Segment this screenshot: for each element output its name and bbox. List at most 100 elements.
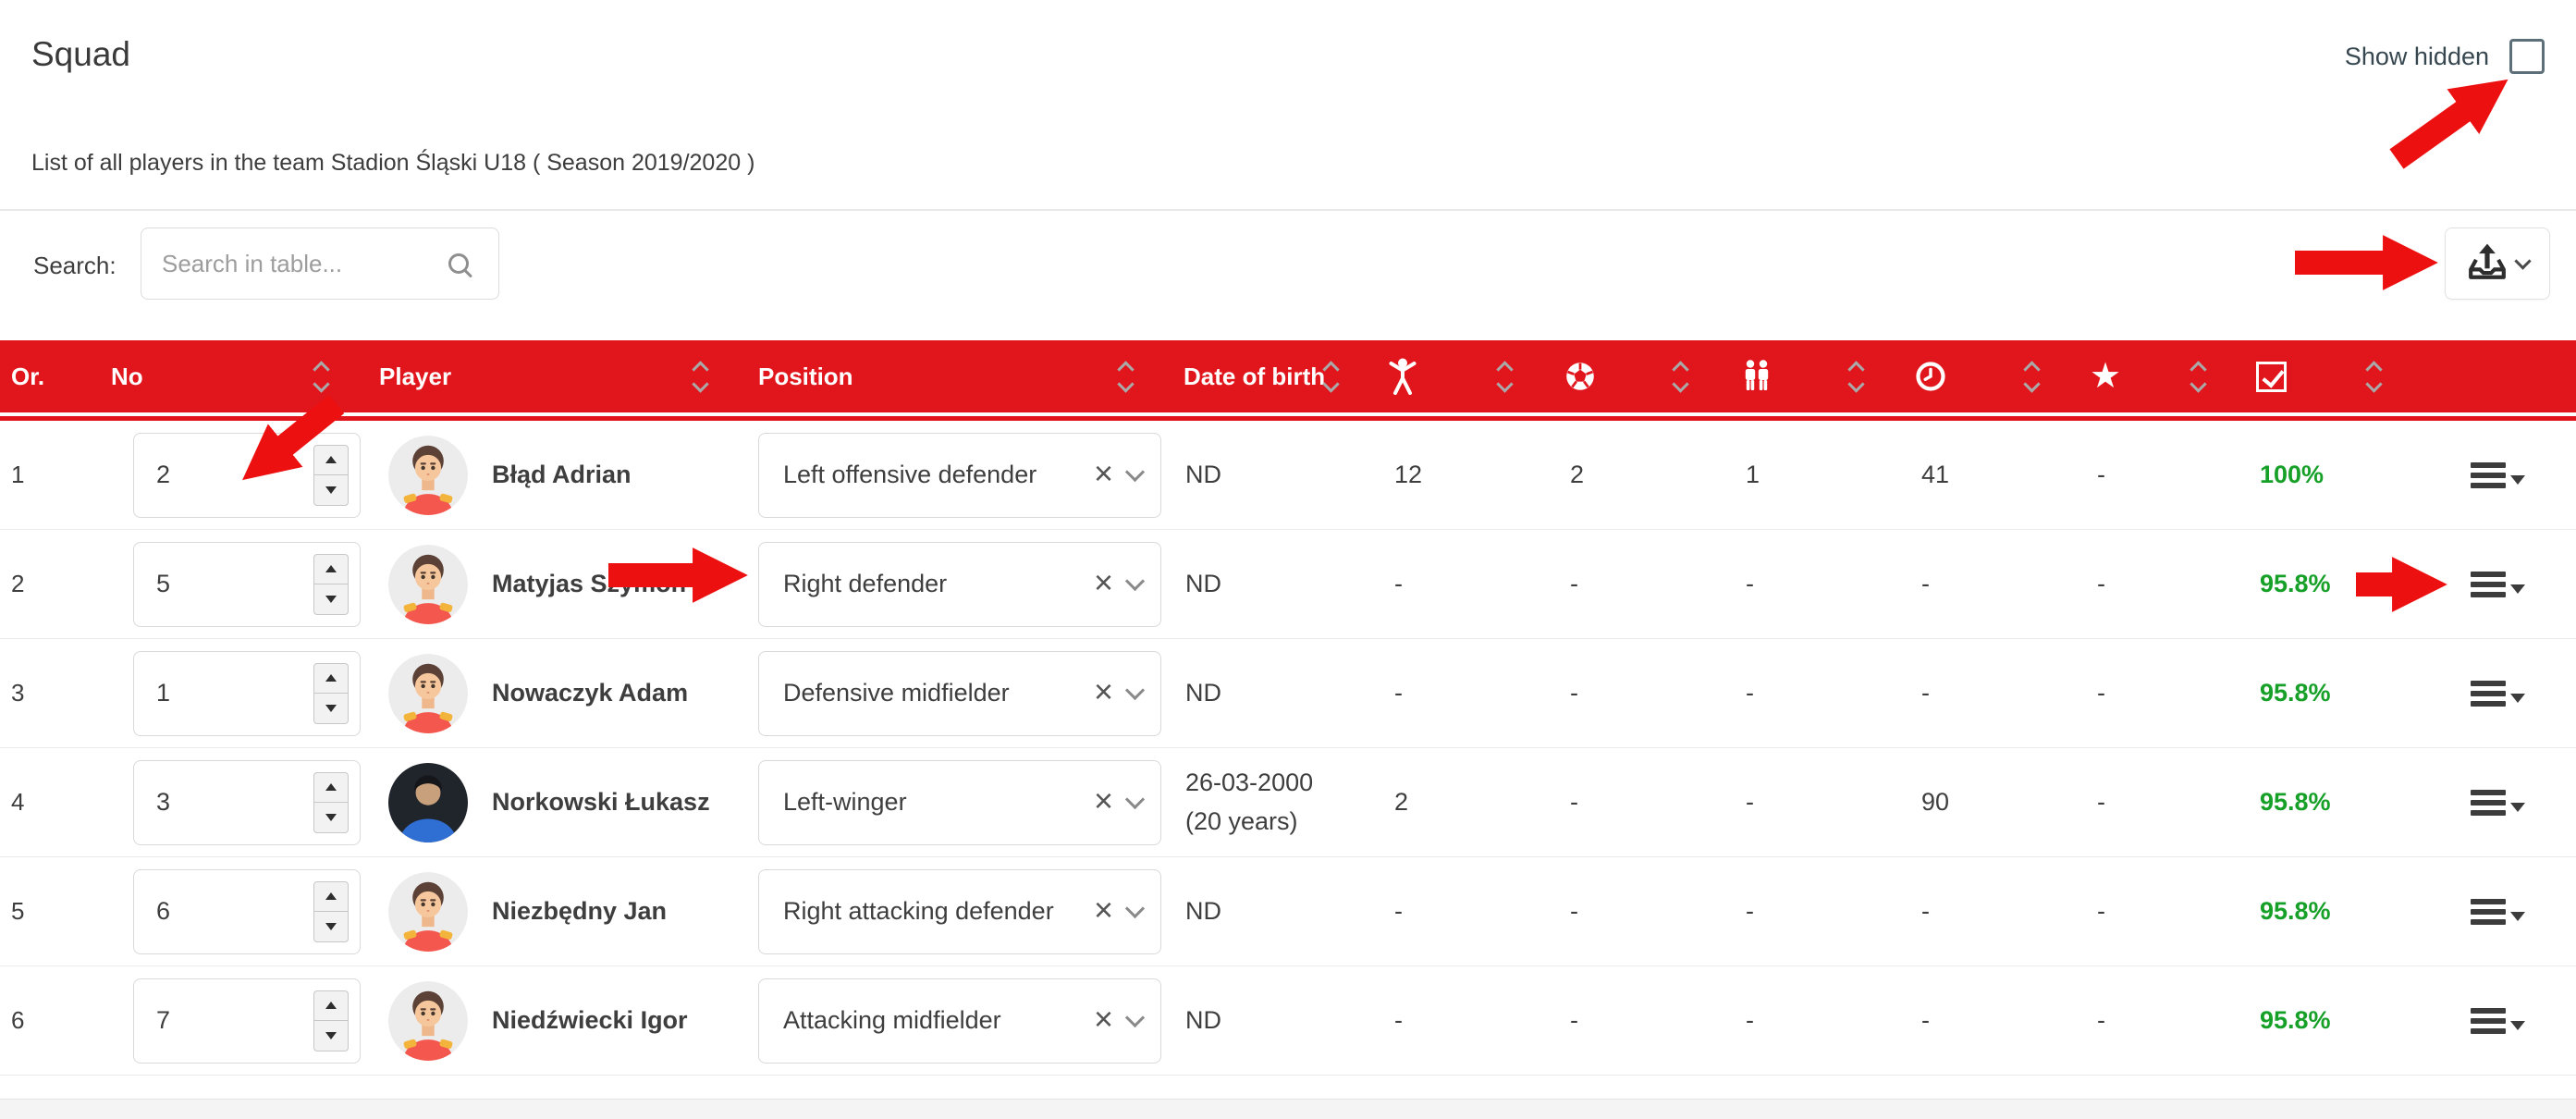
column-header-position[interactable]: Position [749, 340, 1174, 412]
position-select[interactable]: Right attacking defender × [758, 869, 1161, 954]
hamburger-menu-icon [2471, 790, 2506, 816]
player-cartoon-avatar [388, 981, 468, 1061]
stepper-down-button[interactable] [314, 802, 348, 832]
table-body: 1 2 Błąd Adrian Left offensive defender … [0, 421, 2576, 1076]
date-of-birth-value: ND [1174, 456, 1378, 495]
search-icon [448, 253, 469, 274]
stepper-up-button[interactable] [314, 446, 348, 475]
player-cartoon-avatar [388, 872, 468, 952]
position-select[interactable]: Left-winger × [758, 760, 1161, 845]
row-actions-menu-button[interactable] [2471, 572, 2525, 597]
column-header-appearances[interactable] [1378, 340, 1553, 412]
position-select[interactable]: Defensive midfielder × [758, 651, 1161, 736]
position-select[interactable]: Left offensive defender × [758, 433, 1161, 518]
triangle-down-icon [325, 596, 337, 603]
chevron-down-icon[interactable] [1125, 461, 1145, 481]
table-header: Or. No Player Position Date of birth [0, 340, 2576, 412]
column-header-minutes[interactable] [1905, 340, 2080, 412]
table-row: 6 7 Niedźwiecki Igor Attacking midfielde… [0, 966, 2576, 1076]
column-header-rating[interactable]: ★ [2080, 340, 2247, 412]
stepper-up-button[interactable] [314, 991, 348, 1021]
number-stepper[interactable] [313, 772, 349, 833]
number-stepper[interactable] [313, 554, 349, 615]
player-name: Norkowski Łukasz [492, 788, 710, 817]
clear-icon[interactable]: × [1094, 566, 1113, 599]
shirt-number-input[interactable]: 6 [133, 869, 361, 954]
shirt-number-input[interactable]: 5 [133, 542, 361, 627]
shirt-number-input[interactable]: 3 [133, 760, 361, 845]
squad-page: Squad List of all players in the team St… [0, 0, 2576, 1119]
shirt-number-input[interactable]: 1 [133, 651, 361, 736]
shirt-number-input[interactable]: 7 [133, 978, 361, 1064]
appearances-value: 2 [1378, 788, 1553, 817]
stepper-up-button[interactable] [314, 773, 348, 803]
date-of-birth-value: 26-03-2000 (20 years) [1174, 764, 1378, 842]
clear-icon[interactable]: × [1094, 1002, 1113, 1036]
number-stepper[interactable] [313, 663, 349, 724]
position-select-value: Left offensive defender [783, 461, 1079, 489]
row-actions-menu-button[interactable] [2471, 462, 2525, 488]
sort-icon [1120, 363, 1132, 390]
caret-down-icon [2510, 584, 2525, 594]
substitutions-value: - [1729, 570, 1905, 598]
column-header-attendance[interactable] [2247, 340, 2423, 412]
chevron-down-icon[interactable] [1125, 571, 1145, 590]
clear-icon[interactable]: × [1094, 675, 1113, 708]
rating-value: - [2080, 679, 2247, 707]
column-header-player[interactable]: Player [370, 340, 749, 412]
search-input[interactable] [162, 250, 448, 278]
column-header-date-of-birth[interactable]: Date of birth [1174, 340, 1378, 412]
row-actions-menu-button[interactable] [2471, 899, 2525, 925]
stepper-up-button[interactable] [314, 555, 348, 584]
player-cartoon-avatar [388, 545, 468, 624]
player-name: Matyjas Szymon [492, 570, 686, 598]
stepper-down-button[interactable] [314, 584, 348, 614]
stepper-down-button[interactable] [314, 911, 348, 941]
player-name: Nowaczyk Adam [492, 679, 688, 707]
player-cartoon-avatar [388, 654, 468, 733]
substitutions-value: - [1729, 788, 1905, 817]
clear-icon[interactable]: × [1094, 893, 1113, 927]
attendance-percent-value: 95.8% [2247, 570, 2423, 598]
sort-icon [2026, 363, 2038, 390]
player-name: Niedźwiecki Igor [492, 1006, 688, 1035]
stepper-down-button[interactable] [314, 474, 348, 505]
triangle-up-icon [325, 456, 337, 463]
caret-down-icon [2510, 912, 2525, 921]
rating-star-icon: ★ [2090, 359, 2121, 394]
shirt-number-value: 5 [156, 570, 170, 598]
column-header-substitutions[interactable] [1729, 340, 1905, 412]
stepper-up-button[interactable] [314, 882, 348, 912]
player-name: Niezbędny Jan [492, 897, 667, 926]
row-actions-menu-button[interactable] [2471, 790, 2525, 816]
clear-icon[interactable]: × [1094, 784, 1113, 818]
number-stepper[interactable] [313, 445, 349, 506]
triangle-down-icon [325, 923, 337, 930]
column-header-goals[interactable] [1553, 340, 1729, 412]
number-stepper[interactable] [313, 990, 349, 1051]
chevron-down-icon[interactable] [1125, 1007, 1145, 1027]
table-row: 5 6 Niezbędny Jan Right attacking defend… [0, 857, 2576, 966]
date-of-birth-value: ND [1174, 1002, 1378, 1040]
minutes-value: - [1905, 1006, 2080, 1035]
row-actions-menu-button[interactable] [2471, 1008, 2525, 1034]
position-select[interactable]: Attacking midfielder × [758, 978, 1161, 1064]
stepper-down-button[interactable] [314, 693, 348, 723]
goals-soccer-ball-icon [1563, 359, 1598, 394]
show-hidden-checkbox[interactable] [2509, 39, 2545, 74]
column-header-number[interactable]: No [102, 340, 370, 412]
number-stepper[interactable] [313, 881, 349, 942]
chevron-down-icon[interactable] [1125, 680, 1145, 699]
stepper-up-button[interactable] [314, 664, 348, 694]
attendance-percent-value: 95.8% [2247, 788, 2423, 817]
shirt-number-input[interactable]: 2 [133, 433, 361, 518]
chevron-down-icon[interactable] [1125, 789, 1145, 808]
page-subtitle: List of all players in the team Stadion … [31, 150, 754, 177]
clear-icon[interactable]: × [1094, 457, 1113, 490]
export-button[interactable] [2445, 227, 2550, 300]
row-actions-menu-button[interactable] [2471, 681, 2525, 707]
stepper-down-button[interactable] [314, 1020, 348, 1051]
chevron-down-icon[interactable] [1125, 898, 1145, 917]
goals-value: - [1553, 1006, 1729, 1035]
position-select[interactable]: Right defender × [758, 542, 1161, 627]
